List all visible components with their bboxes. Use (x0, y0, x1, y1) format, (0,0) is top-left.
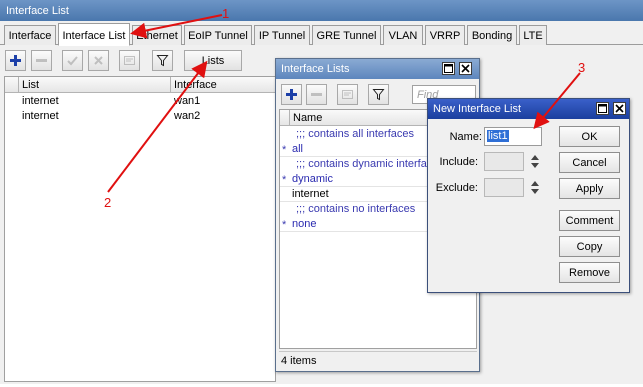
ok-button[interactable]: OK (559, 126, 620, 147)
comment-text: ;;; contains no interfaces (296, 203, 416, 215)
status-bar: 4 items (279, 351, 477, 369)
tab-eoip-tunnel[interactable]: EoIP Tunnel (184, 25, 252, 45)
table-row[interactable]: internet wan1 (5, 94, 275, 109)
tab-interface[interactable]: Interface (4, 25, 56, 45)
comment-button[interactable] (119, 50, 140, 71)
check-icon (67, 56, 78, 66)
column-separator (289, 110, 290, 126)
new-interface-list-dialog: New Interface List Name: list1 Include: … (427, 98, 630, 293)
column-separator (170, 77, 171, 93)
apply-button[interactable]: Apply (559, 178, 620, 199)
name-value: list1 (487, 130, 509, 142)
cell-list: internet (22, 95, 59, 107)
table-header: List Interface (5, 77, 275, 93)
tab-bonding[interactable]: Bonding (467, 25, 517, 45)
tab-ip-tunnel[interactable]: IP Tunnel (254, 25, 310, 45)
comment-text: ;;; contains dynamic interfaces (296, 158, 444, 170)
close-button[interactable] (613, 102, 626, 115)
remove-button[interactable] (31, 50, 52, 71)
include-label: Include: (439, 156, 478, 168)
include-stepper-icon[interactable] (530, 152, 540, 171)
cell-interface: wan2 (174, 110, 201, 122)
disable-button[interactable] (88, 50, 109, 71)
builtin-marker: * (282, 174, 287, 186)
filter-icon (156, 55, 169, 67)
cell-interface: wan1 (174, 95, 201, 107)
comment-button[interactable]: Comment (559, 210, 620, 231)
interface-list-table: List Interface internet wan1 internet wa… (4, 76, 276, 382)
maximize-button[interactable] (596, 102, 609, 115)
remove-button[interactable]: Remove (559, 262, 620, 283)
enable-button[interactable] (62, 50, 83, 71)
column-header-interface[interactable]: Interface (174, 79, 217, 91)
name-label: Name: (449, 131, 482, 143)
list-name: none (292, 218, 317, 230)
exclude-label: Exclude: (435, 182, 478, 194)
column-header-name[interactable]: Name (293, 112, 322, 124)
tab-lte[interactable]: LTE (519, 25, 547, 45)
builtin-marker: * (282, 219, 287, 231)
cell-list: internet (22, 110, 59, 122)
tab-bar: Interface Interface List Ethernet EoIP T… (0, 23, 643, 46)
column-header-list[interactable]: List (22, 79, 39, 91)
minus-icon (36, 59, 47, 62)
close-icon (615, 104, 624, 113)
column-separator (18, 77, 19, 93)
add-button[interactable] (5, 50, 26, 71)
cross-icon (94, 56, 103, 65)
include-field[interactable] (484, 152, 524, 171)
tab-vlan[interactable]: VLAN (383, 25, 423, 45)
plus-icon (286, 89, 297, 100)
lists-button[interactable]: Lists (184, 50, 242, 71)
comment-icon (124, 56, 135, 65)
table-row[interactable]: internet wan2 (5, 109, 275, 124)
list-name: all (292, 143, 304, 155)
name-field[interactable]: list1 (484, 127, 542, 146)
tab-interface-list[interactable]: Interface List (58, 23, 130, 46)
exclude-field[interactable] (484, 178, 524, 197)
tab-ethernet[interactable]: Ethernet (132, 25, 182, 45)
remove-button[interactable] (306, 84, 327, 105)
tab-vrrp[interactable]: VRRP (425, 25, 465, 45)
minus-icon (311, 93, 322, 96)
comment-icon (342, 90, 353, 99)
filter-icon (372, 89, 385, 101)
close-icon (461, 64, 470, 73)
maximize-icon (598, 104, 607, 113)
builtin-marker: * (282, 144, 287, 156)
close-button[interactable] (459, 62, 472, 75)
list-name: internet (292, 188, 329, 200)
maximize-button[interactable] (442, 62, 455, 75)
copy-button[interactable]: Copy (559, 236, 620, 257)
plus-icon (10, 55, 21, 66)
exclude-stepper-icon[interactable] (530, 178, 540, 197)
maximize-icon (444, 64, 453, 73)
list-name: dynamic (292, 173, 333, 185)
tab-gre-tunnel[interactable]: GRE Tunnel (312, 25, 381, 45)
window-title: Interface List (0, 0, 643, 21)
filter-button[interactable] (152, 50, 173, 71)
comment-button[interactable] (337, 84, 358, 105)
comment-text: ;;; contains all interfaces (296, 128, 415, 140)
add-button[interactable] (281, 84, 302, 105)
filter-button[interactable] (368, 84, 389, 105)
cancel-button[interactable]: Cancel (559, 152, 620, 173)
